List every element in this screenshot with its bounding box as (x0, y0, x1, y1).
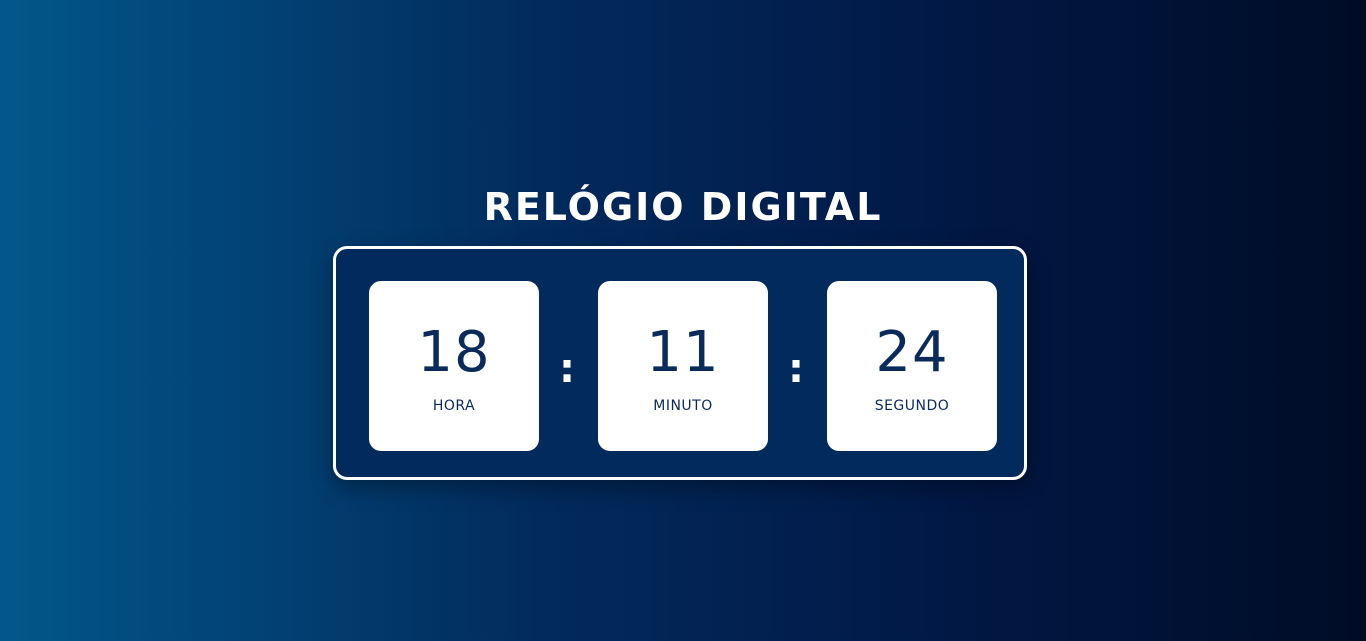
second-label: SEGUNDO (874, 398, 950, 414)
separator-colon: : (788, 346, 804, 392)
minute-value: 11 (646, 320, 720, 385)
minute-box: 11 MINUTO (598, 281, 768, 451)
minute-label: MINUTO (653, 398, 713, 414)
second-value: 24 (875, 320, 949, 385)
clock-frame: 18 HORA : 11 MINUTO : 24 SEGUNDO (333, 246, 1027, 480)
hour-label: HORA (432, 398, 476, 414)
second-box: 24 SEGUNDO (827, 281, 997, 451)
hour-value: 18 (417, 320, 491, 385)
page-title: RELÓGIO DIGITAL (483, 185, 883, 229)
separator-colon: : (559, 346, 575, 392)
hour-box: 18 HORA (369, 281, 539, 451)
